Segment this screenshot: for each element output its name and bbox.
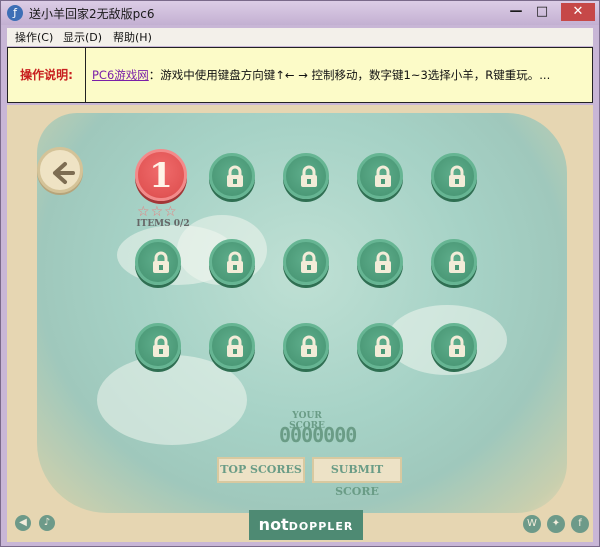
level-15-button[interactable] [431, 323, 477, 369]
game-canvas[interactable]: 1 ☆ ☆ ☆ ITEMS 0/2 YOUR SCORE 0000000 TOP… [7, 105, 593, 542]
lock-icon [375, 335, 391, 357]
level-3-button[interactable] [283, 153, 329, 199]
minimize-button[interactable]: — [503, 3, 529, 21]
instructions-text: PC6游戏网：游戏中使用键盘方向键↑← → 控制移动，数字键1~3选择小羊，R键… [92, 67, 587, 83]
music-toggle[interactable]: ♪ [39, 515, 55, 531]
lock-icon [301, 165, 317, 187]
level-8-button[interactable] [283, 239, 329, 285]
pc6-link[interactable]: PC6游戏网 [92, 68, 149, 82]
level-12-button[interactable] [209, 323, 255, 369]
level-4-button[interactable] [357, 153, 403, 199]
w-icon: W [527, 518, 537, 529]
level-1-items: ITEMS 0/2 [136, 219, 190, 229]
level-6-button[interactable] [135, 239, 181, 285]
logo-doppler: DOPPLER [288, 520, 354, 533]
level-1-button[interactable]: 1 [135, 149, 187, 201]
title-bar[interactable]: ƒ 送小羊回家2无敌版pc6 — □ ✕ [1, 1, 599, 25]
maximize-button[interactable]: □ [529, 3, 555, 21]
cloud [97, 355, 247, 445]
app-window: ƒ 送小羊回家2无敌版pc6 — □ ✕ 操作(C) 显示(D) 帮助(H) 操… [0, 0, 600, 547]
app-icon: ƒ [7, 5, 23, 21]
top-scores-button[interactable]: TOP SCORES [217, 457, 305, 483]
lock-icon [227, 335, 243, 357]
instructions-label: 操作说明: [8, 48, 86, 102]
level-1-stars: ☆ ☆ ☆ [137, 205, 177, 219]
lock-icon [227, 165, 243, 187]
twitter-button[interactable]: ✦ [547, 515, 565, 533]
lock-icon [153, 251, 169, 273]
lock-icon [227, 251, 243, 273]
level-10-button[interactable] [431, 239, 477, 285]
menu-bar: 操作(C) 显示(D) 帮助(H) [7, 28, 593, 46]
back-button[interactable] [37, 147, 83, 193]
level-7-button[interactable] [209, 239, 255, 285]
lock-icon [449, 251, 465, 273]
level-1-number: 1 [149, 156, 173, 196]
lock-icon [449, 335, 465, 357]
twitter-bird-icon: ✦ [551, 518, 561, 529]
lock-icon [375, 165, 391, 187]
menu-display[interactable]: 显示(D) [63, 29, 102, 45]
menu-help[interactable]: 帮助(H) [113, 29, 152, 45]
score-value: 0000000 [279, 423, 357, 447]
submit-score-button[interactable]: SUBMIT SCORE [312, 457, 402, 498]
facebook-icon: f [578, 518, 582, 529]
window-title: 送小羊回家2无敌版pc6 [29, 7, 155, 21]
speaker-icon: ◀ [19, 517, 27, 528]
left-arrow-icon [53, 162, 75, 184]
notdoppler-logo[interactable]: notDOPPLER [249, 510, 363, 540]
lock-icon [153, 335, 169, 357]
level-11-button[interactable] [135, 323, 181, 369]
lock-icon [301, 335, 317, 357]
lock-icon [375, 251, 391, 273]
close-button[interactable]: ✕ [561, 3, 595, 21]
logo-not: not [258, 515, 289, 534]
sound-toggle[interactable]: ◀ [15, 515, 31, 531]
menu-operate[interactable]: 操作(C) [15, 29, 53, 45]
star-icon: ☆ [137, 204, 150, 220]
lock-icon [449, 165, 465, 187]
level-14-button[interactable] [357, 323, 403, 369]
lock-icon [301, 251, 317, 273]
instructions-body: ：游戏中使用键盘方向键↑← → 控制移动，数字键1~3选择小羊，R键重玩。... [148, 68, 551, 82]
instructions-panel: 操作说明: PC6游戏网：游戏中使用键盘方向键↑← → 控制移动，数字键1~3选… [7, 47, 593, 103]
music-note-icon: ♪ [43, 517, 51, 528]
level-13-button[interactable] [283, 323, 329, 369]
level-2-button[interactable] [209, 153, 255, 199]
star-icon: ☆ [164, 204, 177, 220]
star-icon: ☆ [150, 204, 164, 220]
social-w-button[interactable]: W [523, 515, 541, 533]
level-9-button[interactable] [357, 239, 403, 285]
level-5-button[interactable] [431, 153, 477, 199]
facebook-button[interactable]: f [571, 515, 589, 533]
